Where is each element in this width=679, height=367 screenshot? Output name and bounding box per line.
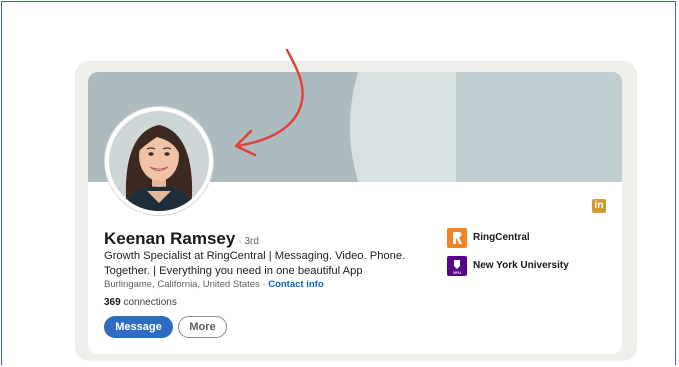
- profile-headline: Growth Specialist at RingCentral | Messa…: [104, 250, 406, 277]
- nyu-logo-icon: NYU: [447, 256, 467, 276]
- more-button[interactable]: More: [178, 316, 227, 338]
- location-text: Burlingame, California, United States ·: [104, 279, 266, 290]
- profile-name: Keenan Ramsey · 3rd: [104, 229, 259, 249]
- profile-name-text: Keenan Ramsey: [104, 229, 236, 248]
- connections-label: connections: [123, 297, 177, 308]
- nyu-logo-text: NYU: [453, 271, 461, 275]
- company-name: RingCentral: [473, 232, 530, 243]
- annotation-arrow-icon: [234, 48, 304, 157]
- linkedin-icon[interactable]: in: [592, 199, 606, 213]
- connections-number: 369: [104, 297, 121, 308]
- connection-degree: · 3rd: [238, 236, 259, 247]
- avatar[interactable]: [109, 111, 209, 211]
- message-button[interactable]: Message: [104, 316, 173, 338]
- profile-location: Burlingame, California, United States · …: [104, 279, 324, 290]
- banner-panel: [456, 72, 622, 182]
- connections-count[interactable]: 369 connections: [104, 297, 177, 308]
- ringcentral-logo-icon: [447, 228, 467, 248]
- contact-info-link[interactable]: Contact info: [268, 279, 323, 290]
- school-name: New York University: [473, 260, 569, 271]
